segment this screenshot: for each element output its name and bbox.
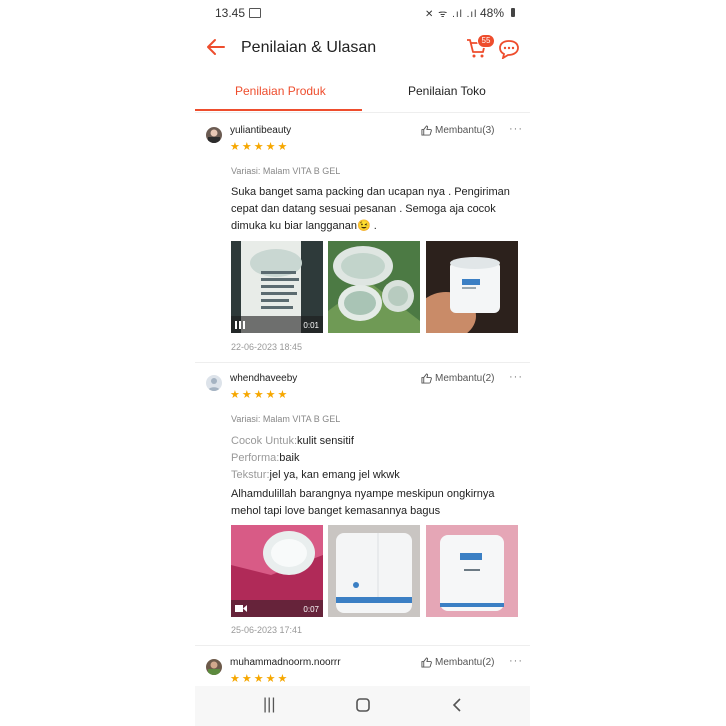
phone-screen: 13.45 ✕ ᯤ .ıl .ıl 48% Penilaian & Ulasan… (195, 0, 530, 726)
review-variant: Variasi: Malam VITA B GEL (231, 166, 341, 176)
review-text: Suka banget sama packing dan ucapan nya … (231, 186, 510, 232)
cart-badge: 55 (477, 34, 495, 48)
tab-penilaian-produk[interactable]: Penilaian Produk (235, 84, 326, 98)
status-time: 13.45 (215, 6, 246, 20)
avatar[interactable] (206, 659, 222, 675)
system-nav-bar: ||| (195, 686, 530, 726)
thumbs-up-icon (421, 373, 432, 384)
battery-level: 48% (480, 6, 505, 20)
review-username[interactable]: yuliantibeauty (230, 125, 291, 136)
recent-apps-icon[interactable]: ||| (263, 696, 275, 714)
helpful-button[interactable]: Membantu(3) (421, 125, 494, 136)
tab-penilaian-toko[interactable]: Penilaian Toko (408, 84, 486, 98)
attr-cocok-untuk: Cocok Untuk:kulit sensitif (231, 435, 354, 447)
review-video-thumbnail[interactable]: 0:07 (231, 525, 323, 617)
avatar[interactable] (206, 127, 222, 143)
active-tab-indicator (195, 109, 362, 111)
thumbs-up-icon (421, 657, 432, 668)
more-options-icon[interactable]: ··· (509, 371, 523, 383)
review-photo[interactable] (426, 525, 518, 617)
rating-tabs: Penilaian Produk Penilaian Toko (195, 76, 530, 113)
video-icon (235, 321, 245, 329)
video-icon (235, 605, 247, 612)
review-video-thumbnail[interactable]: 0:01 (231, 241, 323, 333)
home-icon[interactable] (356, 698, 370, 712)
status-bar: 13.45 ✕ ᯤ .ıl .ıl 48% (195, 0, 530, 26)
helpful-count: Membantu(3) (435, 125, 495, 137)
helpful-button[interactable]: Membantu(2) (421, 657, 494, 668)
review-username[interactable]: whendhaveeby (230, 373, 297, 384)
rating-stars: ★★★★★ (230, 389, 290, 401)
review-date: 22-06-2023 18:45 (231, 342, 303, 352)
back-arrow-icon[interactable] (205, 36, 227, 58)
signal-wifi-icon: ✕ ᯤ .ıl .ıl (425, 9, 478, 20)
review-photo[interactable] (328, 241, 420, 333)
attr-tekstur: Tekstur:jel ya, kan emang jel wkwk (231, 469, 400, 481)
review-text: Alhamdulillah barangnya nyampe meskipun … (231, 488, 495, 517)
rating-stars: ★★★★★ (230, 141, 290, 153)
helpful-count: Membantu(2) (435, 657, 495, 669)
back-icon[interactable] (452, 698, 462, 712)
battery-icon (511, 8, 515, 17)
review-photo[interactable] (426, 241, 518, 333)
helpful-button[interactable]: Membantu(2) (421, 373, 494, 384)
review-variant: Variasi: Malam VITA B GEL (231, 414, 341, 424)
helpful-count: Membantu(2) (435, 373, 495, 385)
more-options-icon[interactable]: ··· (509, 123, 523, 135)
gallery-notification-icon (249, 8, 261, 18)
review-photo[interactable] (328, 525, 420, 617)
app-bar: Penilaian & Ulasan 55 (195, 28, 530, 68)
review-date: 25-06-2023 17:41 (231, 625, 303, 635)
chat-icon[interactable] (498, 39, 520, 59)
video-duration: 0:01 (303, 321, 319, 330)
attr-performa: Performa:baik (231, 452, 300, 464)
avatar[interactable] (206, 375, 222, 391)
more-options-icon[interactable]: ··· (509, 655, 523, 667)
video-duration: 0:07 (303, 605, 319, 614)
review-divider (195, 645, 530, 646)
review-username[interactable]: muhammadnoorm.noorrr (230, 657, 341, 668)
thumbs-up-icon (421, 125, 432, 136)
page-title: Penilaian & Ulasan (241, 39, 377, 56)
review-divider (195, 362, 530, 363)
rating-stars: ★★★★★ (230, 673, 290, 685)
